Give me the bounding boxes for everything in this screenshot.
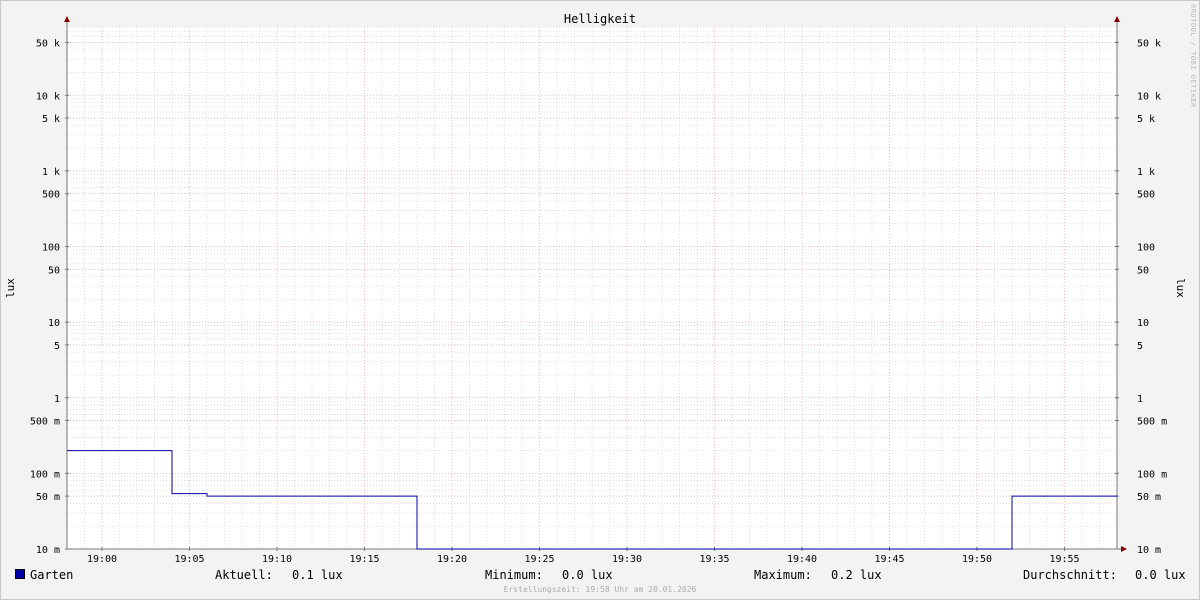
y-tick-label-left: 10 — [48, 318, 60, 329]
legend: Garten Aktuell: 0.1 lux Minimum: 0.0 lux… — [0, 568, 1200, 584]
x-tick-label: 19:00 — [87, 554, 117, 565]
chart-title: Helligkeit — [564, 12, 636, 26]
y-tick-label-left: 1 k — [42, 167, 60, 178]
x-tick-label: 19:55 — [1049, 554, 1079, 565]
y-axis-label-right: lux — [1174, 278, 1187, 298]
y-tick-label-left: 100 — [42, 243, 60, 254]
x-tick-label: 19:50 — [962, 554, 992, 565]
y-tick-label-right: 1 — [1137, 394, 1143, 405]
y-axis-label-left: lux — [4, 278, 17, 298]
legend-current-value: 0.1 lux — [292, 568, 343, 582]
legend-min-label: Minimum: — [485, 568, 543, 582]
y-tick-label-right: 10 m — [1137, 545, 1161, 556]
x-tick-label: 19:25 — [524, 554, 554, 565]
rrdtool-watermark: RRDTOOL / TOBI OETIKER — [1189, 4, 1197, 108]
chart-canvas: 10 m 10 m 50 m 50 m 100 m 100 m 500 m 500 m 1 1 5 5… — [4, 12, 1187, 565]
y-tick-label-left: 1 — [54, 394, 60, 405]
x-tick-label: 19:20 — [437, 554, 467, 565]
y-tick-label-left: 50 — [48, 265, 60, 276]
legend-series-name: Garten — [30, 568, 74, 582]
y-tick-label-left: 10 k — [36, 91, 60, 102]
legend-max-value: 0.2 lux — [831, 568, 882, 582]
y-tick-label-right: 50 — [1137, 265, 1149, 276]
x-tick-label: 19:10 — [262, 554, 292, 565]
y-tick-label-right: 5 — [1137, 341, 1143, 352]
x-tick-label: 19:30 — [612, 554, 642, 565]
y-tick-label-right: 100 m — [1137, 469, 1167, 480]
x-tick-label: 19:05 — [174, 554, 204, 565]
y-tick-label-right: 50 m — [1137, 492, 1161, 503]
y-tick-label-left: 5 k — [42, 114, 60, 125]
y-axis-arrow-left — [64, 16, 70, 22]
y-tick-label-right: 50 k — [1137, 38, 1161, 49]
x-tick-label: 19:15 — [349, 554, 379, 565]
y-tick-label-right: 5 k — [1137, 114, 1155, 125]
y-tick-label-right: 500 m — [1137, 417, 1167, 428]
y-tick-label-left: 500 — [42, 190, 60, 201]
y-tick-label-left: 10 m — [36, 545, 60, 556]
y-tick-label-left: 50 k — [36, 38, 60, 49]
y-tick-label-left: 100 m — [30, 469, 60, 480]
legend-min-value: 0.0 lux — [562, 568, 613, 582]
y-tick-label-right: 1 k — [1137, 167, 1155, 178]
y-tick-label-left: 5 — [54, 341, 60, 352]
y-tick-label-left: 50 m — [36, 492, 60, 503]
legend-max-label: Maximum: — [754, 568, 812, 582]
x-tick-label: 19:35 — [699, 554, 729, 565]
y-axis-arrow-right — [1114, 16, 1120, 22]
x-axis-arrow — [1121, 546, 1127, 552]
legend-avg-label: Durchschnitt: — [1023, 568, 1117, 582]
x-tick-label: 19:45 — [874, 554, 904, 565]
legend-swatch — [15, 569, 25, 579]
y-tick-label-right: 10 — [1137, 318, 1149, 329]
legend-current-label: Aktuell: — [215, 568, 273, 582]
creation-timestamp: Erstellungszeit: 19:58 Uhr am 20.01.2026 — [503, 585, 697, 594]
y-tick-label-right: 10 k — [1137, 91, 1161, 102]
y-tick-label-right: 500 — [1137, 190, 1155, 201]
y-tick-label-right: 100 — [1137, 243, 1155, 254]
x-tick-label: 19:40 — [787, 554, 817, 565]
legend-avg-value: 0.0 lux — [1135, 568, 1186, 582]
y-tick-label-left: 500 m — [30, 417, 60, 428]
